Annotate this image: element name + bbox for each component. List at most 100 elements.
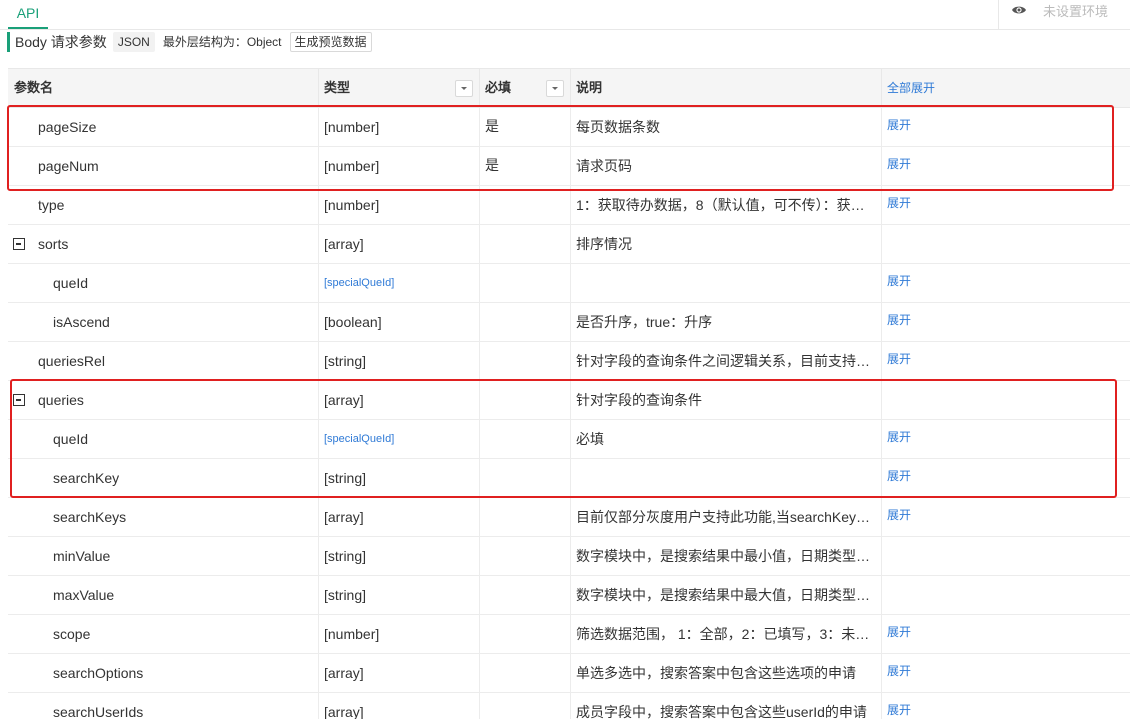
param-description: 目前仅部分灰度用户支持此功能,当searchKeys不为空时 [576, 509, 873, 525]
column-divider [570, 264, 571, 302]
tab-api[interactable]: API [8, 0, 48, 29]
param-description: 每页数据条数 [576, 119, 660, 135]
row-expand-link[interactable]: 展开 [887, 301, 947, 339]
column-divider [479, 693, 480, 719]
row-expand-link[interactable]: 展开 [887, 145, 947, 183]
param-name: searchUserIds [53, 704, 144, 719]
param-name: queriesRel [38, 353, 105, 369]
param-type: [number] [324, 119, 380, 135]
param-required [485, 341, 565, 379]
required-filter-dropdown[interactable] [546, 80, 564, 97]
param-name: queId [53, 275, 89, 291]
header-divider [570, 69, 571, 107]
param-name: pageSize [38, 119, 97, 135]
row-expand-link[interactable]: 展开 [887, 613, 947, 651]
param-required [485, 458, 565, 496]
param-type-link[interactable]: [specialQueId] [324, 420, 474, 458]
column-divider [479, 654, 480, 692]
column-divider [479, 537, 480, 575]
column-divider [318, 615, 319, 653]
row-expand-link[interactable] [887, 379, 947, 417]
param-type: [string] [324, 548, 367, 564]
column-divider [881, 576, 882, 614]
param-description: 1：获取待办数据，8（默认值，可不传）：获取全部数据 [576, 197, 873, 213]
type-filter-dropdown[interactable] [455, 80, 473, 97]
table-row: searchKeys [array] 目前仅部分灰度用户支持此功能,当searchK… [8, 498, 1130, 537]
row-expand-link[interactable] [887, 535, 947, 573]
param-required: 是 [485, 157, 499, 173]
environment-label: 未设置环境 [1043, 4, 1109, 19]
param-required [485, 692, 565, 719]
table-row: searchKey [string] 展开 [8, 459, 1130, 498]
row-expand-link[interactable] [887, 574, 947, 612]
header-type: 类型 [324, 80, 351, 95]
column-divider [479, 147, 480, 185]
column-divider [881, 693, 882, 719]
column-divider [881, 303, 882, 341]
param-name: minValue [53, 548, 111, 564]
column-divider [318, 264, 319, 302]
param-type: [string] [324, 587, 367, 603]
api-doc-page: API 未设置环境 Body 请求参数 JSON 最外层结构为：Object 生… [0, 0, 1130, 719]
column-divider [479, 459, 480, 497]
column-divider [881, 459, 882, 497]
column-divider [570, 381, 571, 419]
column-divider [318, 108, 319, 146]
param-required [485, 653, 565, 691]
table-row: queries [array] 针对字段的查询条件 [8, 381, 1130, 420]
column-divider [570, 654, 571, 692]
row-expand-link[interactable]: 展开 [887, 418, 947, 456]
column-divider [479, 498, 480, 536]
column-divider [570, 147, 571, 185]
param-name: scope [53, 626, 91, 642]
table-header: 参数名 类型 必填 说明 全部展开 [8, 69, 1130, 108]
eye-icon[interactable] [1011, 2, 1027, 18]
param-type: [number] [324, 626, 380, 642]
param-required [485, 536, 565, 574]
param-type-link[interactable]: [specialQueId] [324, 264, 474, 302]
column-divider [881, 420, 882, 458]
param-type: [array] [324, 236, 364, 252]
table-row: pageNum [number] 是 请求页码 展开 [8, 147, 1130, 186]
row-expand-link[interactable]: 展开 [887, 184, 947, 222]
section-title: Body 请求参数 [15, 34, 107, 50]
column-divider [479, 264, 480, 302]
column-divider [318, 537, 319, 575]
param-name: searchKey [53, 470, 120, 486]
format-badge: JSON [112, 32, 155, 52]
column-divider [318, 576, 319, 614]
column-divider [479, 108, 480, 146]
param-required [485, 380, 565, 418]
param-required [485, 497, 565, 535]
row-expand-link[interactable]: 展开 [887, 691, 947, 719]
row-expand-link[interactable]: 展开 [887, 457, 947, 495]
param-description: 单选多选中，搜索答案中包含这些选项的申请 [576, 665, 856, 681]
row-expand-link[interactable] [887, 223, 947, 261]
table-row: type [number] 1：获取待办数据，8（默认值，可不传）：获取全部数据展开 [8, 186, 1130, 225]
column-divider [881, 342, 882, 380]
column-divider [570, 576, 571, 614]
column-divider [318, 147, 319, 185]
column-divider [881, 537, 882, 575]
table-row: queriesRel [string] 针对字段的查询条件之间逻辑关系，目前支持与或… [8, 342, 1130, 381]
column-divider [881, 381, 882, 419]
column-divider [318, 342, 319, 380]
param-required [485, 302, 565, 340]
param-required: 是 [485, 118, 499, 134]
column-divider [318, 420, 319, 458]
row-expand-link[interactable]: 展开 [887, 652, 947, 690]
section-accent-bar [7, 32, 10, 52]
row-expand-link[interactable]: 展开 [887, 106, 947, 144]
table-body: pageSize [number] 是每页数据条数 展开 pageNum [number]… [8, 108, 1130, 719]
param-name: maxValue [53, 587, 115, 603]
expand-all-link[interactable]: 全部展开 [887, 69, 935, 107]
row-expand-link[interactable]: 展开 [887, 262, 947, 300]
environment-selector[interactable]: 未设置环境 [998, 0, 1130, 30]
param-description: 请求页码 [576, 158, 632, 174]
param-description: 数字模块中，是搜索结果中最小值，日期类型中是开始日期 [576, 548, 873, 564]
generate-preview-button[interactable]: 生成预览数据 [289, 32, 372, 52]
row-expand-link[interactable]: 展开 [887, 340, 947, 378]
row-expand-link[interactable]: 展开 [887, 496, 947, 534]
column-divider [318, 381, 319, 419]
table-row: queId [specialQueId] 必填 展开 [8, 420, 1130, 459]
